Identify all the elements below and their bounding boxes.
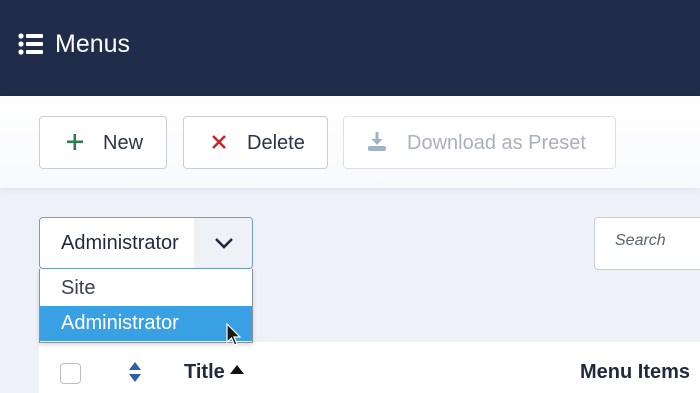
select-all-checkbox[interactable] <box>60 363 81 384</box>
client-dropdown-list: Site Administrator <box>39 269 253 343</box>
sort-icon[interactable] <box>128 361 142 383</box>
column-menu-items[interactable]: Menu Items <box>580 361 690 384</box>
delete-button[interactable]: Delete <box>183 116 328 169</box>
plus-icon <box>67 134 83 150</box>
download-icon <box>368 132 386 151</box>
download-preset-button[interactable]: Download as Preset <box>343 116 616 169</box>
column-title[interactable]: Title <box>184 361 225 384</box>
new-button[interactable]: New <box>39 116 167 169</box>
search-input[interactable] <box>615 232 700 250</box>
table-header: Title Menu Items <box>39 342 700 393</box>
option-administrator[interactable]: Administrator <box>40 306 252 341</box>
close-icon <box>212 135 226 149</box>
new-button-label: New <box>103 132 144 154</box>
list-icon <box>18 33 43 55</box>
option-site[interactable]: Site <box>40 271 252 306</box>
client-select-value: Administrator <box>61 232 179 254</box>
toolbar: New Delete Download as Preset <box>0 96 700 188</box>
caret-up-icon <box>230 365 244 374</box>
page-title: Menus <box>55 30 131 58</box>
client-select-toggle[interactable] <box>194 218 252 268</box>
delete-button-label: Delete <box>247 132 305 154</box>
download-preset-label: Download as Preset <box>407 132 586 154</box>
page-header: Menus <box>0 0 700 96</box>
chevron-down-icon <box>215 238 233 249</box>
mouse-cursor-icon <box>226 323 242 346</box>
search-field[interactable] <box>594 217 700 270</box>
client-select[interactable]: Administrator <box>39 217 253 269</box>
